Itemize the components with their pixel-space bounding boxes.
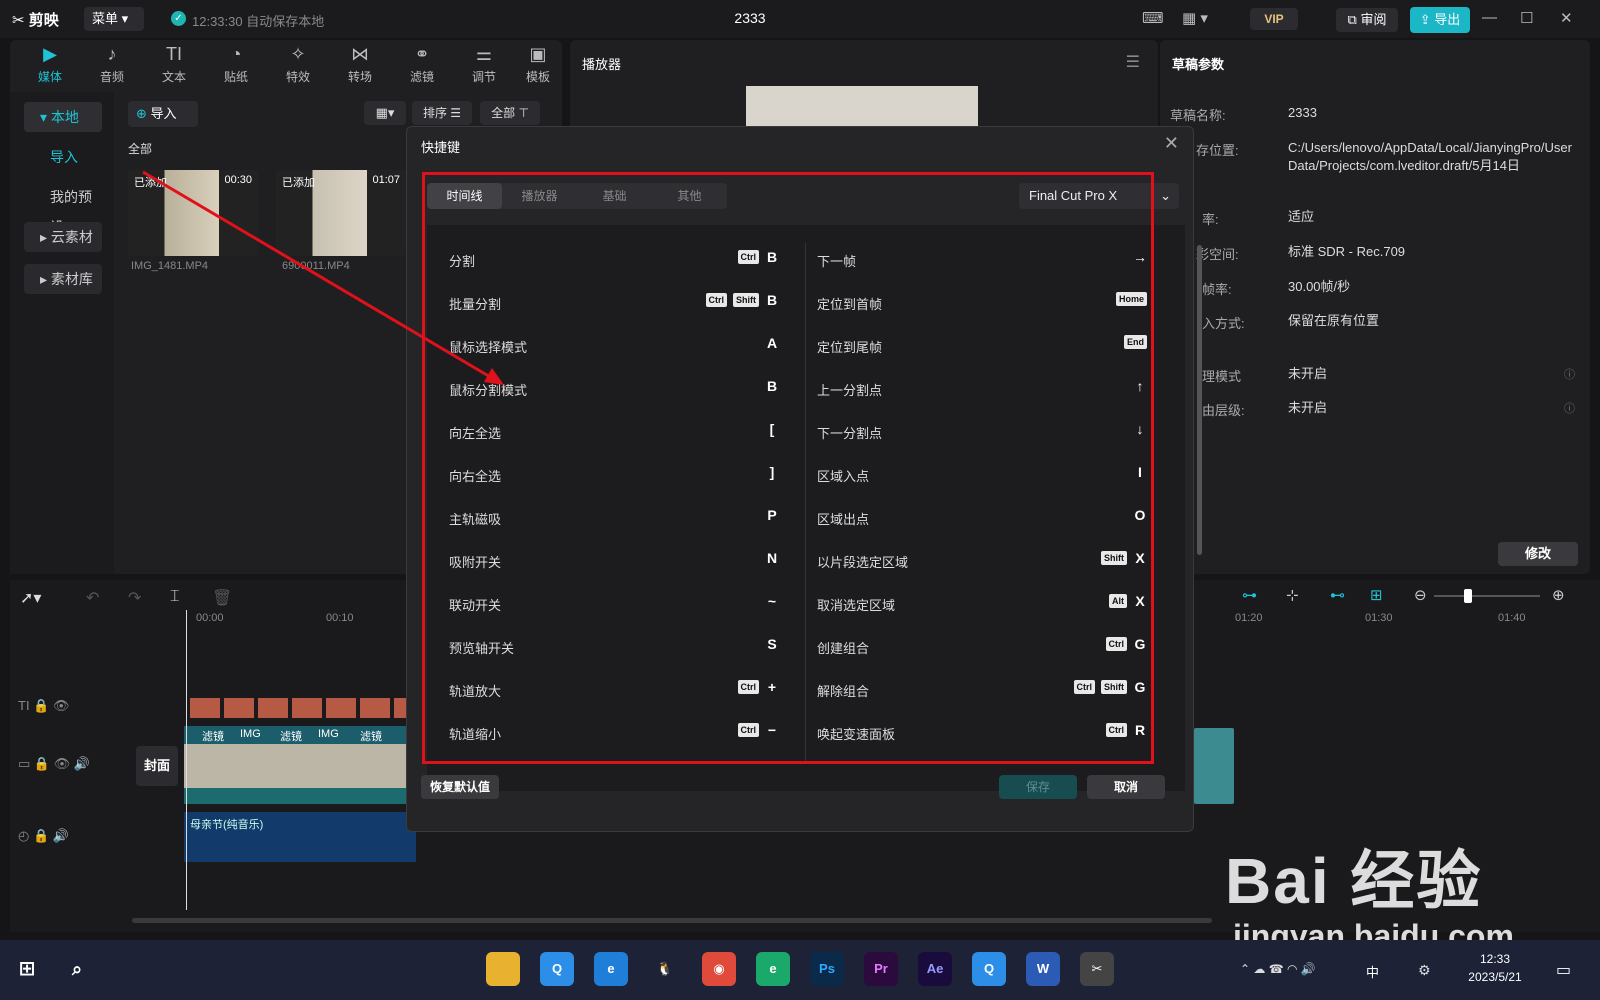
qq-icon[interactable]: 🐧 [648, 952, 682, 986]
photoshop-icon[interactable]: Ps [810, 952, 844, 986]
baidu-watermark: Bai 经验 [1225, 845, 1483, 917]
clock-date[interactable]: 2023/5/21 [1460, 970, 1530, 984]
edge-icon[interactable]: e [756, 952, 790, 986]
notification-icon[interactable]: ▭ [1556, 960, 1571, 980]
settings-icon[interactable]: ⚙ [1418, 962, 1431, 979]
edge-legacy-icon[interactable]: e [594, 952, 628, 986]
windows-start-icon[interactable]: ⊞ [10, 952, 44, 986]
ime-indicator[interactable]: 中 [1366, 962, 1379, 981]
qq-browser-icon-2[interactable]: Q [972, 952, 1006, 986]
search-icon[interactable]: ⌕ [60, 952, 94, 986]
file-explorer-icon[interactable] [486, 952, 520, 986]
qq-browser-icon[interactable]: Q [540, 952, 574, 986]
chrome-icon[interactable]: ◉ [702, 952, 736, 986]
after-effects-icon[interactable]: Ae [918, 952, 952, 986]
clock-time[interactable]: 12:33 [1460, 952, 1530, 966]
word-icon[interactable]: W [1026, 952, 1060, 986]
taskbar [0, 940, 1600, 1000]
premiere-icon[interactable]: Pr [864, 952, 898, 986]
jianying-icon[interactable]: ✂ [1080, 952, 1114, 986]
tray-icons[interactable]: ⌃ ☁ ☎ ◠ 🔊 [1240, 962, 1316, 976]
